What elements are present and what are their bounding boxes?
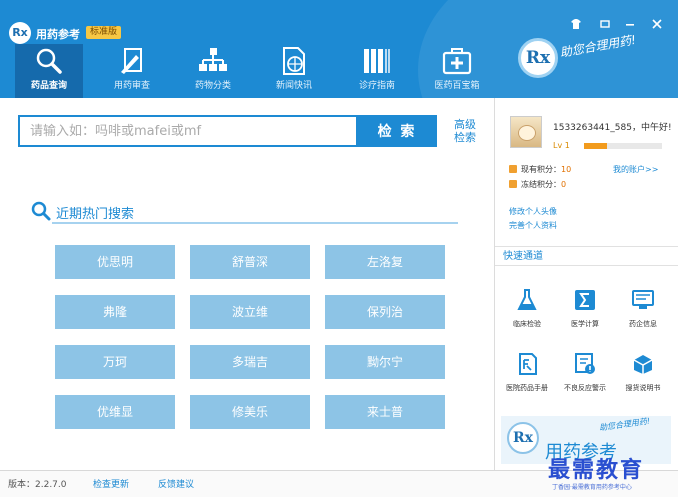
restore-icon[interactable] [598,18,612,32]
quick-item-clinical-lab[interactable]: 临床检验 [499,288,555,329]
nav-label: 药品查询 [30,81,67,91]
quick-item-hospital-manual[interactable]: 医院药品手册 [499,352,555,393]
version-label: 版本：2.2.7.0 [8,480,67,490]
warning-icon [575,353,595,374]
hot-search-tag[interactable]: 黝尔宁 [325,345,445,379]
points-value: 10 [561,165,572,174]
brand-logo: Rx [518,38,558,78]
promo-logo: Rx [507,422,539,454]
quick-item-instructions[interactable]: 搜货说明书 [615,352,671,393]
medkit-icon [442,48,472,75]
hot-search-tag[interactable]: 舒普深 [190,245,310,279]
app-header: Rx 用药参考 标准版 药品查询 用药审查 药物分类 新闻快讯 诊疗指南 医药百… [0,0,678,98]
hot-search-tag[interactable]: 保列治 [325,295,445,329]
quick-item-adverse-warning[interactable]: 不良反应警示 [557,352,613,393]
quick-item-label: 不良反应警示 [564,384,606,392]
advanced-search-link[interactable]: 高级检索 [450,118,480,144]
search-input[interactable] [20,117,356,145]
nav-label: 药物分类 [194,81,231,91]
hot-search-tag[interactable]: 修美乐 [190,395,310,429]
frozen-label: 冻结积分： [521,180,561,189]
avatar-face [518,125,536,141]
quick-item-label: 药企信息 [629,320,657,328]
hot-search-tag[interactable]: 万珂 [55,345,175,379]
watermark: 最需教育 [548,457,645,483]
hot-search-tag[interactable]: 波立维 [190,295,310,329]
quick-item-pharma-info[interactable]: 药企信息 [615,288,671,329]
check-update-link[interactable]: 检查更新 [93,477,129,490]
my-account-link[interactable]: 我的账户>> [613,164,658,175]
globe-doc-icon [283,47,305,75]
sigma-icon [575,290,595,310]
hot-search-divider [52,222,458,224]
hot-search-tag[interactable]: 左洛复 [325,245,445,279]
skin-icon[interactable] [569,18,583,32]
search-button[interactable]: 检 索 [357,115,437,147]
user-greeting: 1533263441_585，中午好! [553,123,672,133]
nav-medication-review[interactable]: 用药审查 [98,44,166,98]
hierarchy-icon [199,48,227,71]
hot-search-tag[interactable]: 多瑞吉 [190,345,310,379]
search-area: 检 索 高级检索 [0,98,493,164]
level-progress-fill [584,143,607,149]
nav-label: 诊疗指南 [358,81,395,91]
hot-search-tag[interactable]: 优维显 [55,395,175,429]
flask-icon [517,289,537,310]
pen-icon [121,48,142,74]
minimize-icon[interactable] [623,18,637,32]
quick-item-label: 临床检验 [513,320,541,328]
nav-guidelines[interactable]: 诊疗指南 [343,44,411,98]
quick-item-medical-calc[interactable]: 医学计算 [557,288,613,329]
avatar[interactable] [510,116,542,148]
promo-slogan: 助您合理用药! [598,416,651,433]
nav-drug-classification[interactable]: 药物分类 [179,44,247,98]
quick-access-title: 快速通道 [495,246,678,266]
close-icon[interactable] [650,18,664,32]
nav-toolbox[interactable]: 医药百宝箱 [423,44,491,98]
coin-icon [509,165,517,173]
nav-drug-search[interactable]: 药品查询 [15,44,83,98]
hot-search-title: 近期热门搜索 [56,207,135,222]
quick-item-label: 医学计算 [571,320,599,328]
books-icon [364,49,390,73]
app-title: 用药参考 [36,28,80,41]
hot-search-tag[interactable]: 弗隆 [55,295,175,329]
edit-avatar-link[interactable]: 修改个人头像 [509,206,557,217]
sidebar: 1533263441_585，中午好! Lv 1 现有积分：10 冻结积分：0 … [494,98,678,470]
points-row: 现有积分：10 [509,164,571,175]
nav-label: 用药审查 [113,81,150,91]
nav-news[interactable]: 新闻快讯 [260,44,328,98]
edit-profile-link[interactable]: 完善个人资料 [509,220,557,231]
frozen-points-row: 冻结积分：0 [509,179,566,190]
monitor-icon [632,290,654,309]
manual-icon [519,353,537,375]
frozen-value: 0 [561,180,567,189]
nav-label: 新闻快讯 [275,81,312,91]
search-box [18,115,358,147]
quick-item-label: 医院药品手册 [506,384,548,392]
user-level: Lv 1 [553,141,570,150]
nav-label: 医药百宝箱 [434,81,480,91]
quick-item-label: 搜货说明书 [625,384,661,392]
watermark-subtitle: 丁香园·最需教育用药参考中心 [552,484,632,491]
package-icon [633,355,653,374]
edition-badge: 标准版 [86,26,122,39]
coin-icon [509,180,517,188]
app-logo: Rx [9,22,31,44]
hot-search-tag[interactable]: 来士普 [325,395,445,429]
hot-search-tag[interactable]: 优思明 [55,245,175,279]
search-icon [36,48,62,74]
search-icon [31,201,51,221]
points-label: 现有积分： [521,165,561,174]
feedback-link[interactable]: 反馈建议 [158,477,194,490]
